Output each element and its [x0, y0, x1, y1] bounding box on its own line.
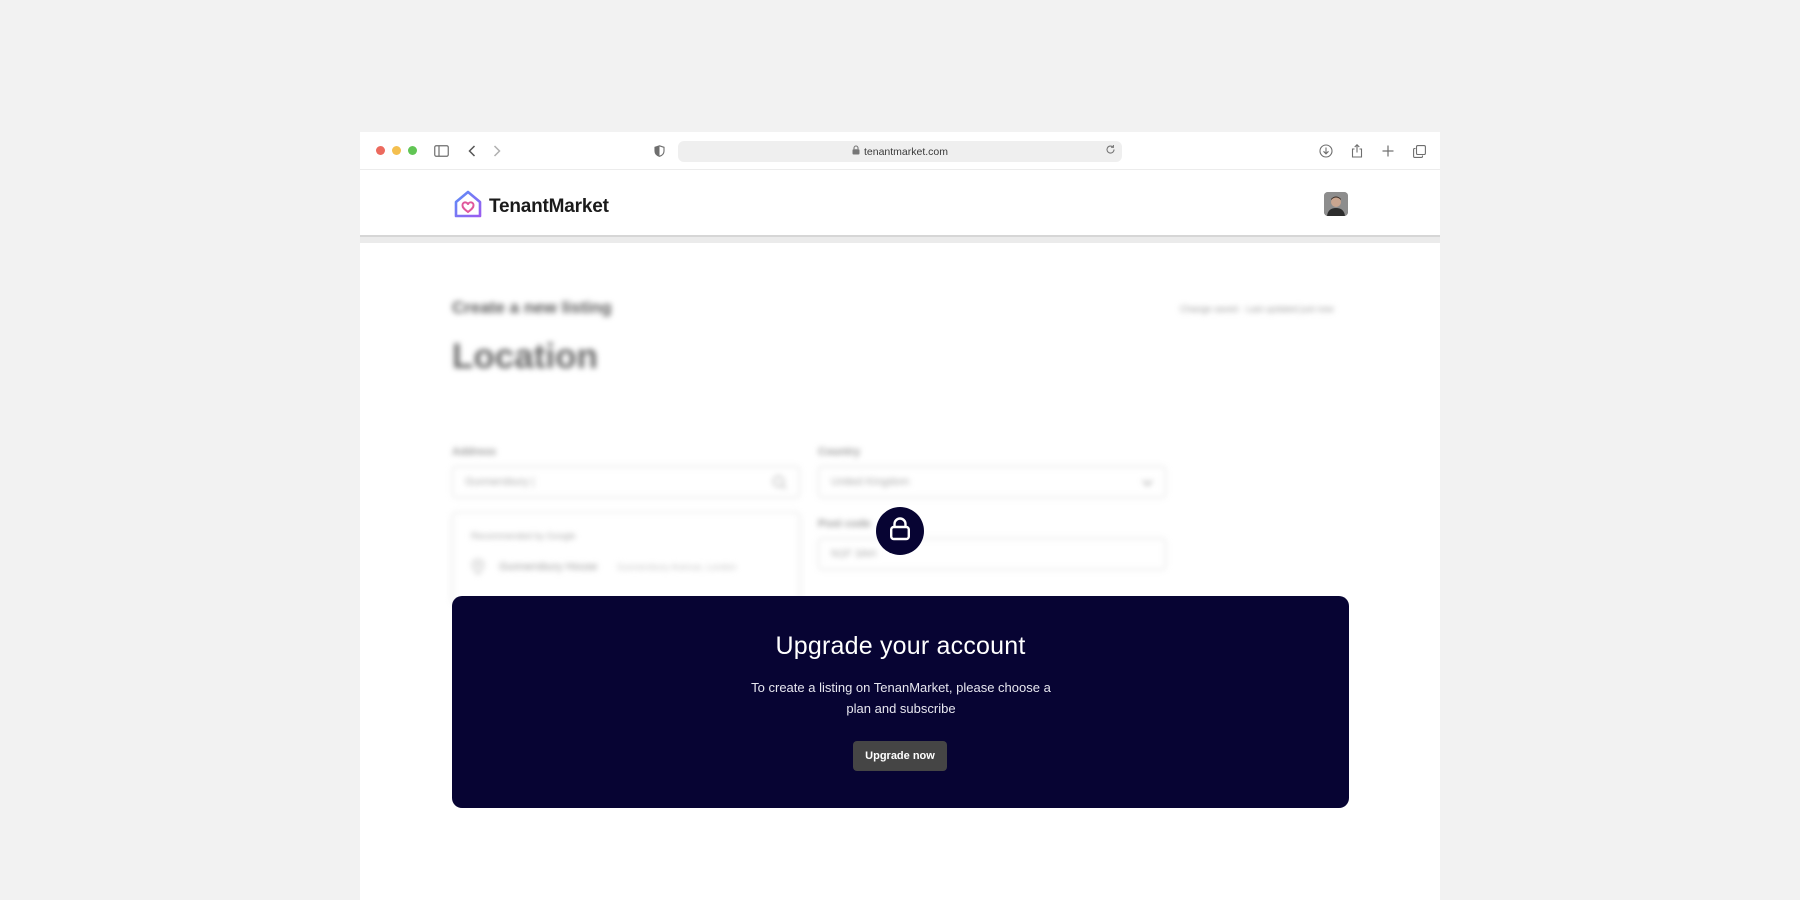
lock-badge: [876, 507, 924, 555]
address-suggestions: Recommended by Google Gunnersbury House …: [452, 512, 800, 602]
suggestion-detail: Gunnersbury Avenue, London: [617, 562, 737, 572]
address-label: Address: [452, 446, 497, 458]
address-value: Gunnersbury |: [465, 476, 535, 488]
page-kicker: Create a new listing: [452, 298, 612, 317]
postcode-input[interactable]: N1F 3AH: [818, 538, 1166, 570]
country-value: United Kingdom: [831, 476, 910, 488]
search-icon: [772, 475, 787, 493]
padlock-icon: [889, 516, 911, 546]
address-input[interactable]: Gunnersbury |: [452, 466, 800, 498]
page-title: Location: [452, 337, 598, 376]
browser-window: tenantmarket.com TenantMarket Create a n…: [360, 132, 1440, 900]
map-pin-icon: [471, 558, 485, 580]
chevron-down-icon: [1142, 478, 1153, 490]
upgrade-now-button[interactable]: Upgrade now: [853, 741, 947, 771]
postcode-value: N1F 3AH: [831, 548, 877, 560]
save-status: Change saved · Last updated just now: [1180, 304, 1334, 314]
upgrade-title: Upgrade your account: [775, 632, 1026, 660]
country-select[interactable]: United Kingdom: [818, 466, 1166, 498]
country-label: Country: [818, 446, 861, 458]
suggestion-item[interactable]: Gunnersbury House: [499, 561, 597, 573]
postcode-label: Post code: [818, 518, 871, 530]
upgrade-card: Upgrade your account To create a listing…: [452, 596, 1349, 808]
upgrade-description: To create a listing on TenanMarket, plea…: [751, 680, 1051, 716]
suggestions-header: Recommended by Google: [471, 531, 576, 541]
